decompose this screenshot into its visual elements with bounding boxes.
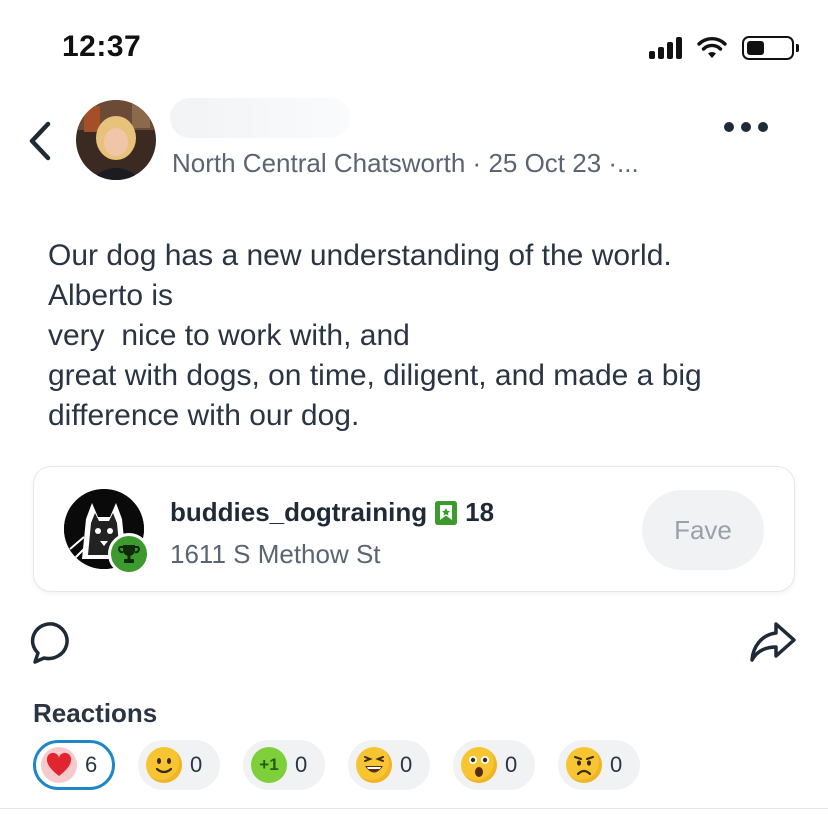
status-time: 12:37 [62,30,142,63]
reaction-laughing[interactable]: 0 [348,740,430,790]
share-button[interactable] [748,618,798,666]
business-name[interactable]: buddies_dogtraining [170,497,427,528]
cellular-signal-icon [649,37,682,59]
comment-button[interactable] [30,620,76,666]
status-icons [649,36,799,60]
reaction-count: 0 [400,752,413,777]
reaction-count: 0 [190,752,203,777]
reactions-row: 6 0 +1 0 0 0 0 [33,740,640,790]
reaction-count: 6 [85,752,98,777]
reaction-smile[interactable]: 0 [138,740,220,790]
business-card[interactable]: buddies_dogtraining 18 1611 S Methow St … [33,466,795,592]
heart-icon [41,747,77,783]
author-name[interactable] [170,98,350,138]
reaction-count: 0 [505,752,518,777]
fave-button[interactable]: Fave [642,490,764,570]
trophy-icon [108,533,150,575]
post-body-line: very nice to work with, and [48,319,410,352]
more-dot-icon [758,122,768,132]
fave-count: 18 [465,497,495,527]
post-body-line: difference with our dog. [48,399,360,432]
post-body-line: Our dog has a new understanding of the w… [48,239,672,272]
battery-icon [742,36,799,60]
reaction-plus-one[interactable]: +1 0 [243,740,325,790]
reaction-heart[interactable]: 6 [33,740,115,790]
sad-icon [566,747,602,783]
post-meta: North Central Chatsworth · 25 Oct 23 ·..… [172,148,639,178]
back-button[interactable] [22,118,58,164]
reaction-count: 0 [295,752,308,777]
comment-icon [30,622,69,664]
post-body-line: great with dogs, on time, diligent, and … [48,359,702,392]
reactions-title: Reactions [33,698,158,728]
plus-one-icon: +1 [251,747,287,783]
post-body: Our dog has a new understanding of the w… [48,236,788,436]
chevron-left-icon [29,121,51,161]
more-dot-icon [724,122,734,132]
author-avatar[interactable] [76,100,156,180]
reaction-count: 0 [610,752,623,777]
business-address: 1611 S Methow St [170,539,381,569]
laughing-icon [356,747,392,783]
share-icon [750,622,796,662]
surprised-icon [461,747,497,783]
smile-icon [146,747,182,783]
reaction-surprised[interactable]: 0 [453,740,535,790]
fave-bookmark-icon [435,500,458,525]
divider [0,808,828,809]
more-dot-icon [741,122,751,132]
post-body-line: Alberto is [48,279,174,312]
wifi-icon [697,37,727,58]
business-name-row[interactable]: buddies_dogtraining 18 [170,497,494,528]
reaction-sad[interactable]: 0 [558,740,640,790]
more-options-button[interactable] [724,122,768,132]
